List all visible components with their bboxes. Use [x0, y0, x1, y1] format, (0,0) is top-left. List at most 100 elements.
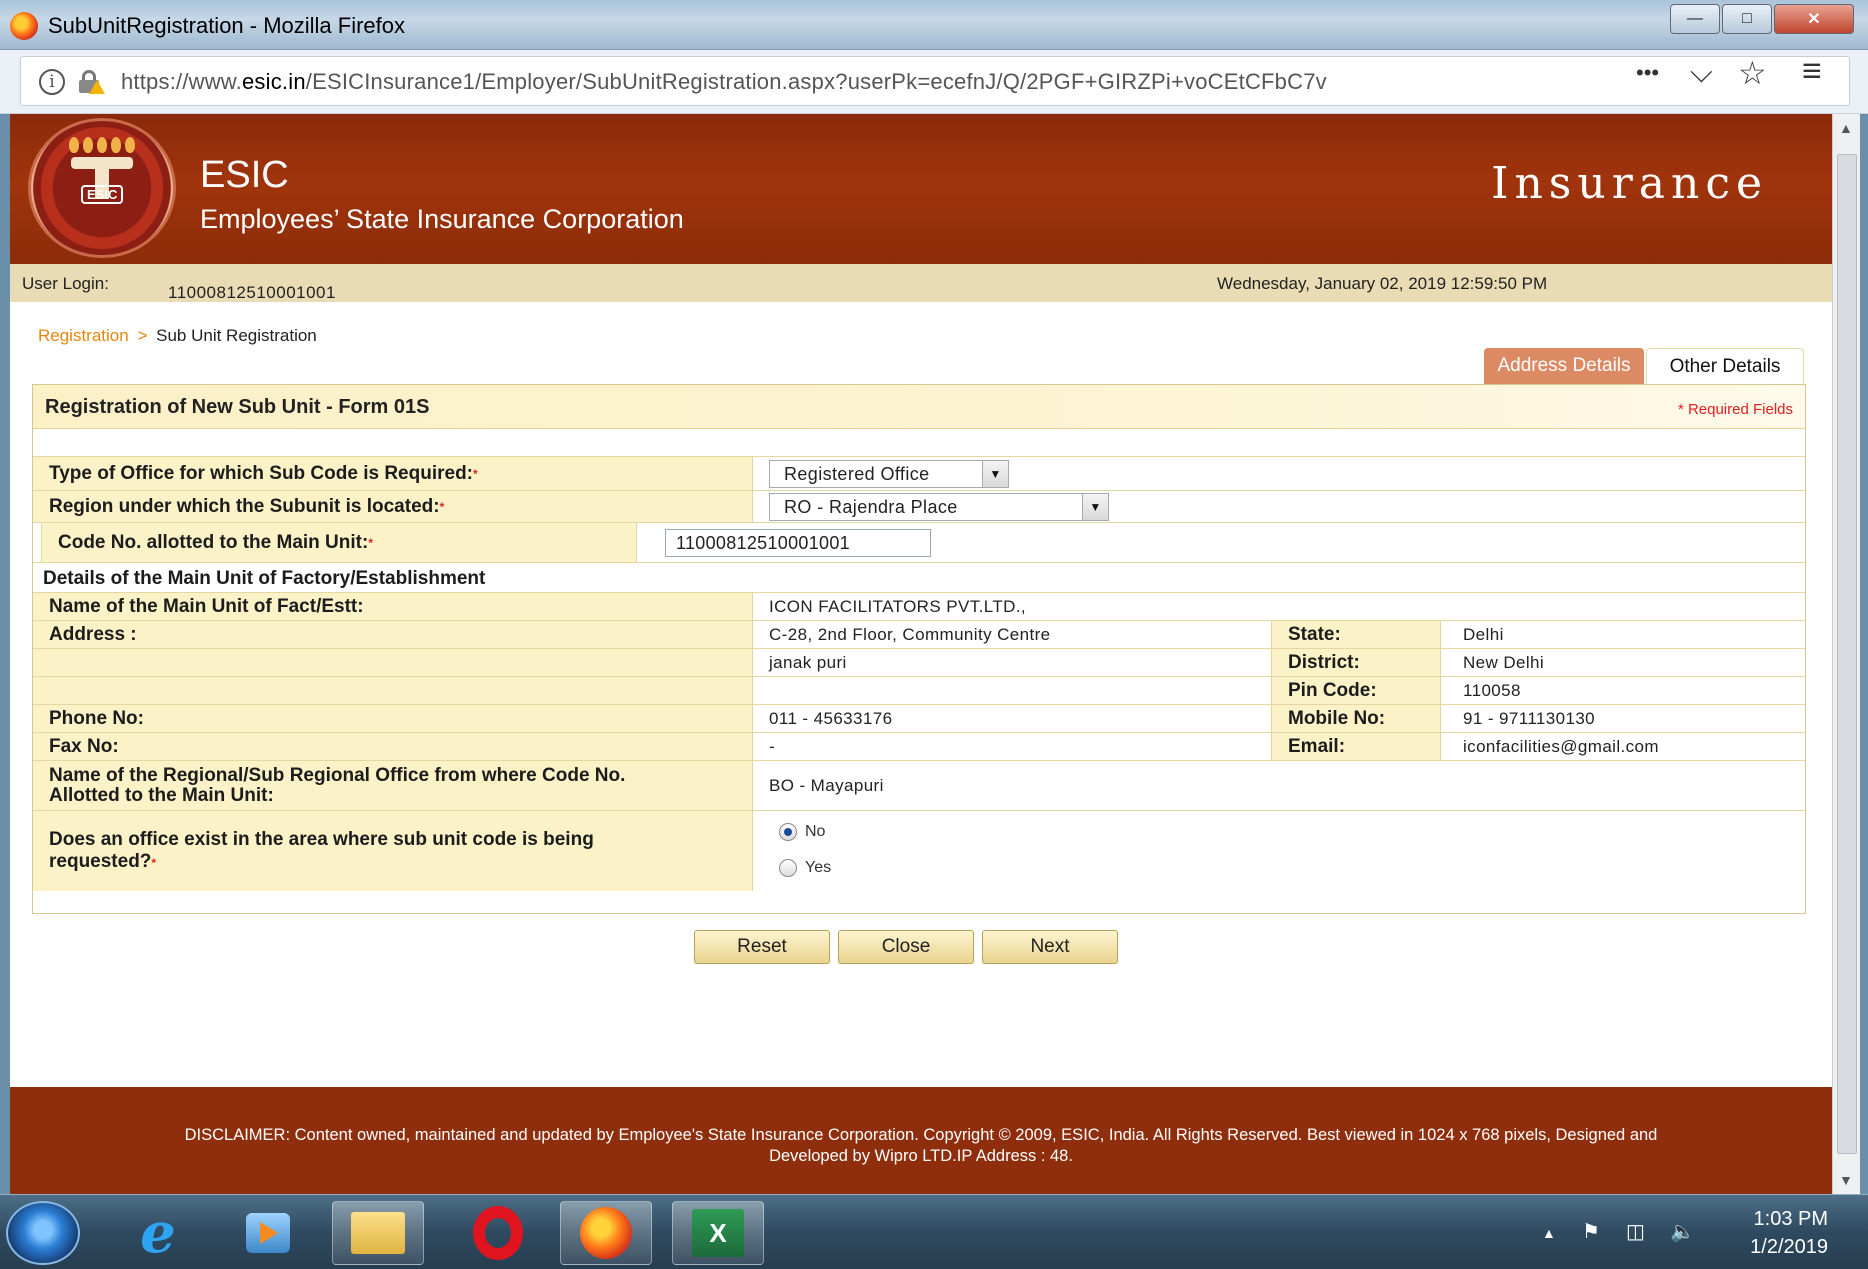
required-fields-note: * Required Fields — [1677, 401, 1793, 418]
main-unit-name-label: Name of the Main Unit of Fact/Estt: — [33, 593, 753, 620]
email-label: Email: — [1271, 733, 1441, 760]
address-bar[interactable]: i https://www.esic.in/ESICInsurance1/Emp… — [20, 56, 1850, 106]
dropdown-arrow-icon[interactable]: ▼ — [982, 461, 1008, 487]
reset-button[interactable]: Reset — [694, 930, 830, 964]
office-type-row: Type of Office for which Sub Code is Req… — [33, 457, 1805, 491]
user-login-value: 11000812510001001 — [168, 283, 336, 302]
radio-no[interactable]: No — [779, 823, 825, 841]
menu-icon[interactable]: ≡ — [1802, 52, 1822, 91]
pin-label: Pin Code: — [1271, 677, 1441, 704]
file-explorer-icon[interactable] — [332, 1201, 424, 1265]
info-icon[interactable]: i — [39, 69, 65, 95]
opera-icon[interactable] — [452, 1201, 544, 1265]
site-footer: DISCLAIMER: Content owned, maintained an… — [10, 1087, 1832, 1194]
network-icon[interactable]: ◫ — [1626, 1219, 1645, 1244]
state-label: State: — [1271, 621, 1441, 648]
mobile-label: Mobile No: — [1271, 705, 1441, 732]
details-heading-row: Details of the Main Unit of Factory/Esta… — [33, 563, 1805, 593]
phone-value: 011 - 45633176 — [769, 708, 893, 728]
user-login-label: User Login: — [22, 274, 109, 293]
phone-label: Phone No: — [33, 705, 753, 732]
browser-toolbar: i https://www.esic.in/ESICInsurance1/Emp… — [0, 50, 1868, 114]
form-header: Registration of New Sub Unit - Form 01S … — [33, 385, 1805, 429]
code-row: Code No. allotted to the Main Unit: * 110… — [33, 523, 1805, 563]
tab-address-details[interactable]: Address Details — [1484, 348, 1644, 384]
address-row-2: janak puri District: New Delhi — [33, 649, 1805, 677]
scroll-up-arrow[interactable]: ▲ — [1839, 120, 1853, 136]
windows-taskbar: e X ▲ ⚑ ◫ 🔈 1:03 PM 1/2/2019 — [0, 1194, 1868, 1269]
address-line-1: C-28, 2nd Floor, Community Centre — [769, 624, 1051, 644]
region-select[interactable]: RO - Rajendra Place ▼ — [769, 493, 1109, 521]
address-row-1: Address : C-28, 2nd Floor, Community Cen… — [33, 621, 1805, 649]
close-window-button[interactable]: ✕ — [1774, 4, 1854, 34]
window-title: SubUnitRegistration - Mozilla Firefox — [48, 13, 406, 38]
regional-office-label: Name of the Regional/Sub Regional Office… — [33, 761, 753, 810]
state-value: Delhi — [1463, 624, 1504, 644]
site-banner: ESIC ESIC Employees’ State Insurance Cor… — [10, 114, 1832, 264]
user-info-bar: User Login: 11000812510001001 Wednesday,… — [10, 264, 1832, 302]
district-label: District: — [1271, 649, 1441, 676]
brand-short: ESIC — [200, 154, 289, 196]
radio-yes[interactable]: Yes — [779, 859, 831, 877]
breadcrumb: Registration > Sub Unit Registration — [38, 326, 317, 345]
page-scrollbar[interactable]: ▲ ▼ — [1832, 114, 1860, 1194]
mobile-value: 91 - 9711130130 — [1463, 708, 1596, 728]
firefox-icon — [10, 12, 38, 40]
address-line-2: janak puri — [769, 652, 847, 672]
volume-icon[interactable]: 🔈 — [1670, 1219, 1695, 1244]
form-panel: Registration of New Sub Unit - Form 01S … — [32, 384, 1806, 914]
fax-row: Fax No: - Email: iconfacilities@gmail.co… — [33, 733, 1805, 761]
firefox-taskbar-icon[interactable] — [560, 1201, 652, 1265]
region-row: Region under which the Subunit is locate… — [33, 491, 1805, 523]
regional-office-row: Name of the Regional/Sub Regional Office… — [33, 761, 1805, 811]
tray-expand-icon[interactable]: ▲ — [1542, 1225, 1556, 1241]
breadcrumb-current: Sub Unit Registration — [156, 326, 317, 345]
dropdown-arrow-icon[interactable]: ▼ — [1082, 494, 1108, 520]
section-title: Insurance — [1491, 158, 1768, 209]
address-label: Address : — [33, 621, 753, 648]
radio-no-indicator[interactable] — [779, 823, 797, 841]
tab-other-details[interactable]: Other Details — [1646, 348, 1804, 384]
minimize-button[interactable]: — — [1670, 4, 1720, 34]
esic-emblem: ESIC — [28, 118, 176, 258]
close-button[interactable]: Close — [838, 930, 974, 964]
fax-value: - — [769, 736, 776, 756]
pin-value: 110058 — [1463, 680, 1521, 700]
url-text[interactable]: https://www.esic.in/ESICInsurance1/Emplo… — [121, 69, 1327, 95]
breadcrumb-registration-link[interactable]: Registration — [38, 326, 129, 345]
scroll-down-arrow[interactable]: ▼ — [1839, 1172, 1853, 1188]
window-titlebar: SubUnitRegistration - Mozilla Firefox — … — [0, 0, 1868, 50]
lock-warning-icon[interactable] — [79, 70, 105, 94]
office-exists-label: Does an office exist in the area where s… — [33, 811, 753, 891]
system-clock[interactable]: 1:03 PM 1/2/2019 — [1750, 1205, 1828, 1261]
radio-yes-indicator[interactable] — [779, 859, 797, 877]
brand-full: Employees’ State Insurance Corporation — [200, 204, 684, 234]
windows-start-icon[interactable] — [6, 1201, 80, 1265]
details-heading: Details of the Main Unit of Factory/Esta… — [43, 568, 486, 589]
regional-office-value: BO - Mayapuri — [769, 775, 884, 795]
window-controls: — □ ✕ — [1670, 4, 1854, 34]
disclaimer-line-2: Developed by Wipro LTD.IP Address : 48. — [769, 1147, 1073, 1165]
region-label: Region under which the Subunit is locate… — [33, 491, 753, 522]
main-unit-name-value: ICON FACILITATORS PVT.LTD., — [769, 596, 1027, 616]
office-type-label: Type of Office for which Sub Code is Req… — [33, 457, 753, 490]
spacer-row — [33, 429, 1805, 457]
page-viewport: ESIC ESIC Employees’ State Insurance Cor… — [10, 114, 1832, 1194]
scroll-thumb[interactable] — [1837, 154, 1857, 1154]
more-icon[interactable]: ••• — [1636, 60, 1659, 86]
flag-icon[interactable]: ⚑ — [1582, 1219, 1600, 1244]
disclaimer-line-1: DISCLAIMER: Content owned, maintained an… — [184, 1126, 1658, 1144]
next-button[interactable]: Next — [982, 930, 1118, 964]
phone-row: Phone No: 011 - 45633176 Mobile No: 91 -… — [33, 705, 1805, 733]
maximize-button[interactable]: □ — [1722, 4, 1772, 34]
pocket-icon[interactable]: ⌵ — [1690, 56, 1713, 90]
email-value: iconfacilities@gmail.com — [1463, 736, 1659, 756]
current-datetime: Wednesday, January 02, 2019 12:59:50 PM — [1217, 274, 1548, 293]
bookmark-star-icon[interactable]: ☆ — [1738, 54, 1767, 92]
code-input[interactable]: 11000812510001001 — [665, 529, 931, 557]
ie-icon[interactable]: e — [112, 1200, 204, 1266]
media-player-icon[interactable] — [222, 1201, 314, 1265]
excel-icon[interactable]: X — [672, 1201, 764, 1265]
district-value: New Delhi — [1463, 652, 1545, 672]
office-type-select[interactable]: Registered Office ▼ — [769, 460, 1009, 488]
